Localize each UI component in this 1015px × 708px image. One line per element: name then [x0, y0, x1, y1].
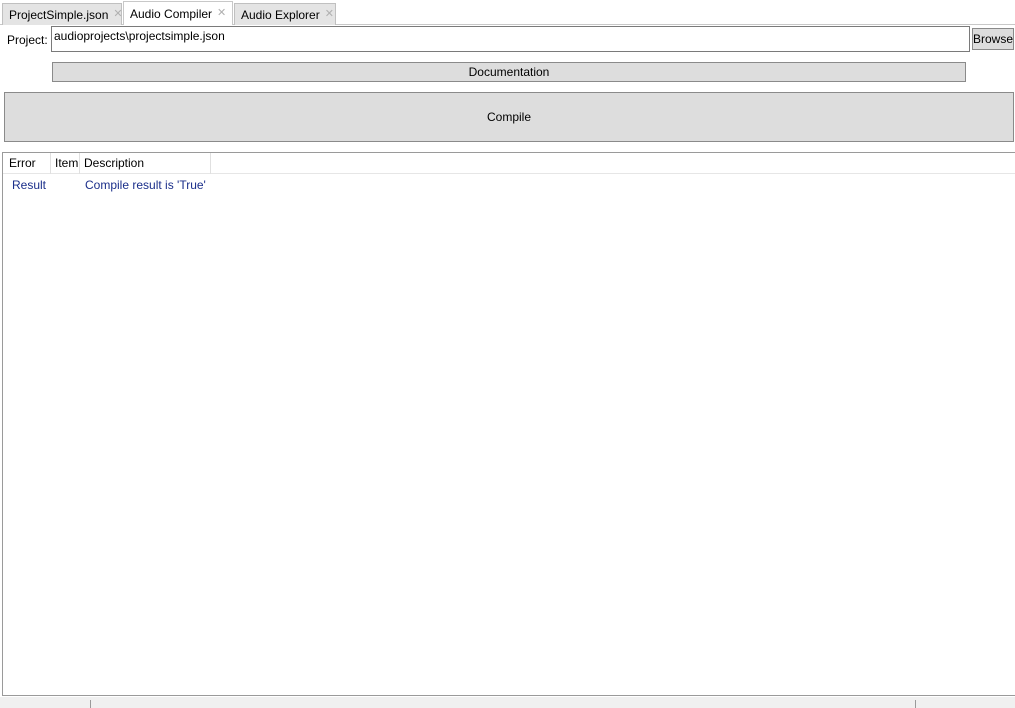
- column-header-item[interactable]: Item: [51, 153, 80, 174]
- tab-label: ProjectSimple.json: [9, 7, 109, 22]
- tab-projectsimple-json[interactable]: ProjectSimple.json ✕: [2, 3, 123, 25]
- documentation-button[interactable]: Documentation: [52, 62, 966, 82]
- status-bar: [0, 697, 1015, 708]
- tab-label: Audio Explorer: [241, 7, 320, 22]
- audio-compiler-window: ProjectSimple.json ✕ Audio Compiler ✕ Au…: [0, 0, 1015, 708]
- close-icon[interactable]: ✕: [217, 8, 226, 19]
- tab-strip: ProjectSimple.json ✕ Audio Compiler ✕ Au…: [0, 0, 1015, 25]
- status-separator: [90, 700, 91, 708]
- results-header: Error Item Description: [3, 153, 1015, 174]
- column-header-description[interactable]: Description: [80, 153, 211, 174]
- cell-description: Compile result is 'True': [85, 178, 206, 192]
- project-path-input[interactable]: [51, 26, 970, 52]
- close-icon[interactable]: ✕: [113, 9, 122, 20]
- tab-audio-compiler[interactable]: Audio Compiler ✕: [123, 1, 233, 25]
- browse-button[interactable]: Browse: [972, 28, 1014, 50]
- tab-audio-explorer[interactable]: Audio Explorer ✕: [234, 3, 336, 25]
- table-row[interactable]: Result Compile result is 'True': [3, 175, 1015, 195]
- cell-error: Result: [12, 178, 47, 192]
- close-icon[interactable]: ✕: [325, 9, 334, 20]
- compile-button[interactable]: Compile: [4, 92, 1014, 142]
- status-separator: [915, 700, 916, 708]
- project-label: Project:: [7, 33, 48, 47]
- column-header-error[interactable]: Error: [3, 153, 51, 174]
- results-list[interactable]: Error Item Description Result Compile re…: [2, 152, 1015, 696]
- tab-label: Audio Compiler: [130, 6, 213, 21]
